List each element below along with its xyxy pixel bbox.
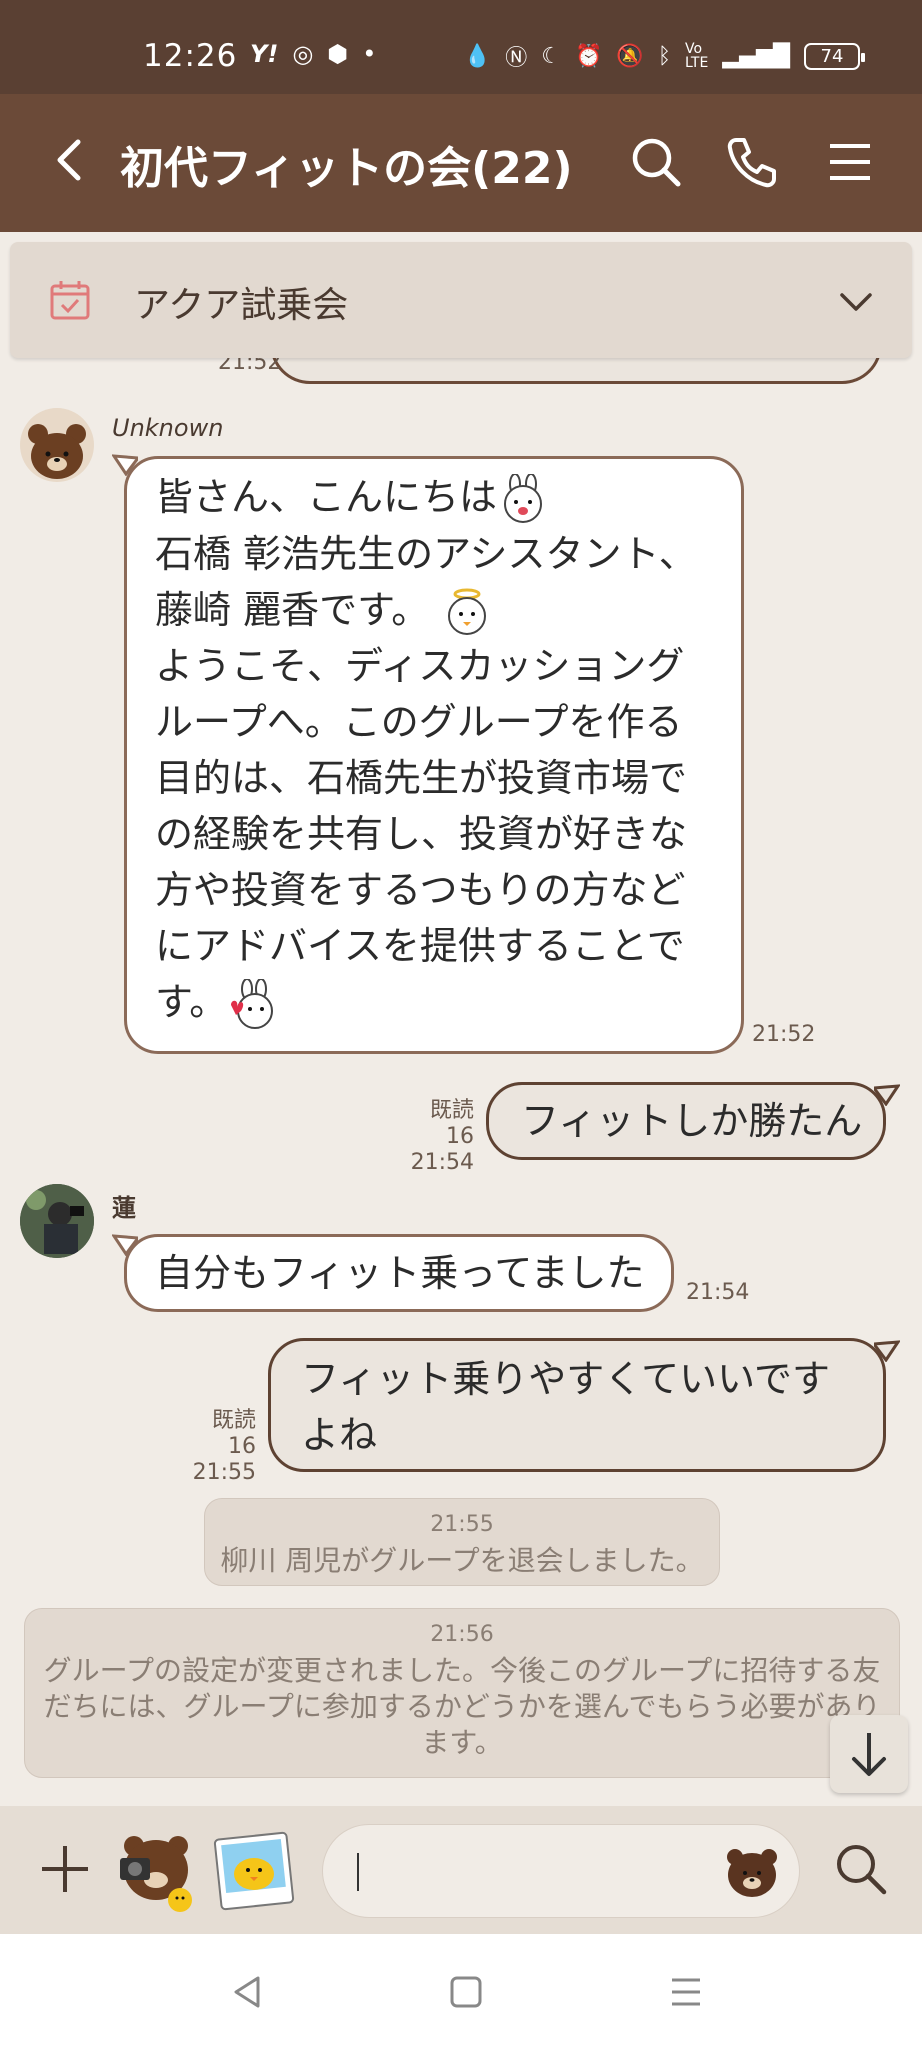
dot-icon: •	[362, 40, 377, 68]
announcement-bar[interactable]: アクア試乗会	[10, 242, 912, 358]
message-line: ようこそ、ディスカッショング	[155, 644, 685, 688]
message-bubble[interactable]: フィットしか勝たん	[486, 1082, 886, 1160]
message-line: にアドバイスを提供することで	[155, 924, 685, 968]
system-text: ます。	[421, 1726, 503, 1759]
angel-sticker-icon	[448, 588, 487, 635]
message-line: 皆さん、こんにちは	[155, 469, 717, 526]
avatar[interactable]	[20, 1184, 94, 1258]
announcement-text: アクア試乗会	[134, 285, 349, 326]
message-time: 21:54	[410, 1150, 474, 1175]
message-line: の経験を共有し、投資が好きな	[155, 812, 688, 856]
message-time: 21:52	[752, 1022, 816, 1047]
text-caret	[357, 1853, 359, 1891]
bunny-kiss-sticker-icon	[231, 978, 274, 1029]
message-time: 21:54	[686, 1280, 750, 1305]
system-icons: 💧 Ⓝ ☾ ⏰ 🔕 ᛒ Vo LTE ▂▄▆█ 74	[463, 40, 865, 72]
chat-header: 初代フィットの会(22)	[0, 94, 922, 232]
sally-sticker-button[interactable]	[212, 1830, 296, 1912]
message-text: 藤崎 麗香です。	[155, 587, 430, 632]
chat-title[interactable]: 初代フィットの会(22)	[120, 132, 573, 196]
moon-icon: ☾	[541, 43, 562, 69]
message-bubble[interactable]: フィット乗りやすくていいです よね	[268, 1338, 886, 1472]
message-meta: 既読 16 21:55	[184, 1408, 256, 1486]
menu-icon[interactable]	[820, 132, 880, 192]
search-icon[interactable]	[626, 132, 686, 192]
message-line: 目的は、石橋先生が投資市場で	[155, 756, 688, 800]
message-text: す。	[155, 980, 228, 1024]
notification-icons: Y! ◎ ⬢ •	[250, 40, 376, 68]
mute-icon: 🔕	[616, 43, 644, 69]
bluetooth-icon: ᛒ	[657, 43, 672, 69]
chevron-down-icon[interactable]	[836, 282, 876, 322]
message-bubble[interactable]: 自分もフィット乗ってました	[124, 1234, 674, 1312]
search-icon[interactable]	[832, 1840, 890, 1898]
message-text: 皆さん、こんにちは	[155, 475, 498, 519]
message-meta: 既読 16 21:54	[398, 1098, 474, 1176]
status-bar: 12:26 Y! ◎ ⬢ • 💧 Ⓝ ☾ ⏰ 🔕 ᛒ Vo LTE ▂▄▆█ 74	[0, 0, 922, 94]
system-text: 柳川 周児がグループを退会しました。	[220, 1544, 704, 1577]
avatar[interactable]	[20, 408, 94, 482]
message-line: 方や投資をするつもりの方など	[155, 868, 686, 912]
yahoo-icon: Y!	[250, 40, 279, 68]
emoji-button[interactable]	[721, 1841, 783, 1903]
volte-icon: Vo LTE	[685, 41, 709, 71]
app-icon: ⬢	[327, 40, 349, 68]
phone-icon[interactable]	[722, 132, 782, 192]
read-count: 既読 16	[429, 1098, 474, 1149]
brown-bear-icon	[28, 424, 86, 479]
back-arrow-icon[interactable]	[42, 130, 102, 190]
status-time: 12:26	[143, 38, 238, 74]
sender-name: 蓮	[112, 1194, 136, 1222]
bear-sticker-button[interactable]	[110, 1824, 202, 1916]
alarm-icon: ⏰	[575, 43, 603, 69]
user-photo-icon	[20, 1184, 94, 1258]
battery-icon: 74	[804, 42, 865, 70]
system-message: 21:55 柳川 周児がグループを退会しました。	[204, 1498, 720, 1586]
system-message: 21:56 グループの設定が変更されました。今後このグループに招待する友 だちに…	[24, 1608, 900, 1778]
signal-icon: ▂▄▆█	[722, 43, 790, 69]
calendar-icon	[50, 281, 90, 320]
arrow-down-icon	[852, 1733, 886, 1776]
nav-recents-icon[interactable]	[664, 1970, 708, 2014]
sender-name: Unknown	[112, 414, 224, 442]
battery-level: 74	[820, 45, 844, 67]
system-time: 21:56	[430, 1622, 494, 1647]
system-text: グループの設定が変更されました。今後このグループに招待する友	[43, 1654, 881, 1687]
message-line: ループへ。このグループを作る	[155, 700, 683, 744]
message-input-bar	[0, 1806, 922, 1934]
message-time: 21:55	[192, 1460, 256, 1485]
bubble-tail	[874, 1084, 900, 1106]
message-bubble[interactable]: 皆さん、こんにちは 石橋 彰浩先生のアシスタント、 藤崎 麗香です。 ようこそ、…	[124, 456, 744, 1054]
message-line: 石橋 彰浩先生のアシスタント、	[155, 531, 697, 576]
system-navigation-bar	[0, 1934, 922, 2048]
message-line: よね	[301, 1413, 378, 1457]
bunny-sticker-icon	[504, 473, 543, 523]
message-line: フィット乗りやすくていいです	[301, 1357, 830, 1401]
read-count: 既読 16	[211, 1408, 256, 1459]
scroll-to-bottom-button[interactable]	[830, 1715, 908, 1793]
nfc-icon: Ⓝ	[505, 46, 528, 71]
system-time: 21:55	[430, 1512, 494, 1537]
instagram-icon: ◎	[292, 40, 314, 68]
nav-back-icon[interactable]	[226, 1970, 270, 2014]
plus-icon[interactable]	[36, 1840, 94, 1898]
nav-home-icon[interactable]	[444, 1970, 488, 2014]
message-line: す。	[155, 974, 717, 1031]
message-line: 藤崎 麗香です。	[155, 582, 717, 639]
message-input[interactable]	[322, 1824, 800, 1918]
drop-icon: 💧	[463, 43, 492, 69]
bubble-tail	[874, 1340, 900, 1362]
system-text: だちには、グループに参加するかどうかを選んでもらう必要があり	[43, 1690, 881, 1723]
